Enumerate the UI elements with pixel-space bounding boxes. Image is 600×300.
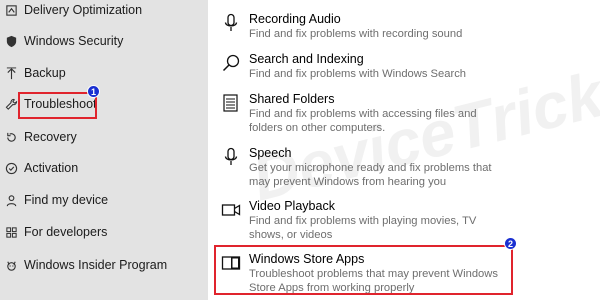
sidebar-item-windows-security[interactable]: Windows Security: [0, 30, 208, 52]
item-title: Speech: [249, 146, 292, 160]
item-description: Find and fix problems with accessing fil…: [249, 108, 477, 134]
sidebar-item-label: Backup: [24, 66, 66, 80]
item-title: Search and Indexing: [249, 52, 364, 66]
sidebar-item-label: Find my device: [24, 193, 109, 207]
troubleshoot-list: DeviceTricks Recording Audio Find and fi…: [208, 0, 600, 300]
troubleshoot-highlight-box: [18, 92, 97, 119]
windows-store-apps-highlight-box: [214, 245, 513, 295]
developers-icon: [4, 225, 18, 239]
item-title: Video Playback: [249, 199, 335, 213]
search-icon: [220, 52, 242, 74]
sidebar-item-backup[interactable]: Backup: [0, 62, 208, 84]
wrench-icon: [4, 97, 18, 111]
activation-check-icon: [4, 161, 18, 175]
sidebar-item-label: Delivery Optimization: [24, 3, 143, 17]
find-device-person-icon: [4, 193, 18, 207]
item-description: Find and fix problems with Windows Searc…: [249, 68, 467, 80]
sidebar-item-recovery[interactable]: Recovery: [0, 126, 208, 148]
sidebar-item-activation[interactable]: Activation: [0, 157, 208, 179]
recovery-icon: [4, 130, 18, 144]
insider-cat-icon: [4, 258, 18, 272]
step-1-badge: 1: [87, 85, 100, 98]
video-camera-icon: [220, 199, 242, 221]
item-description: Find and fix problems with recording sou…: [249, 28, 463, 40]
sidebar-item-label: Recovery: [24, 130, 77, 144]
item-description: Get your microphone ready and fix proble…: [249, 162, 492, 188]
step-2-badge: 2: [504, 237, 517, 250]
sidebar-item-label: Activation: [24, 161, 79, 175]
sidebar-item-find-my-device[interactable]: Find my device: [0, 189, 208, 211]
backup-arrow-icon: [4, 66, 18, 80]
item-description: Find and fix problems with playing movie…: [249, 215, 477, 241]
microphone-icon: [220, 12, 242, 34]
sidebar-item-delivery-optimization[interactable]: Delivery Optimization: [0, 0, 208, 21]
shared-folders-icon: [220, 92, 242, 114]
shield-icon: [4, 34, 18, 48]
sidebar-item-label: For developers: [24, 225, 108, 239]
sidebar-item-label: Windows Insider Program: [24, 258, 168, 272]
sidebar-item-label: Windows Security: [24, 34, 124, 48]
sidebar-item-for-developers[interactable]: For developers: [0, 221, 208, 243]
sidebar-item-windows-insider-program[interactable]: Windows Insider Program: [0, 254, 208, 276]
sidebar: Delivery Optimization Windows Security B…: [0, 0, 208, 300]
delivery-optimization-icon: [4, 3, 18, 17]
item-title: Recording Audio: [249, 12, 341, 26]
settings-window: Delivery Optimization Windows Security B…: [0, 0, 600, 300]
microphone-icon: [220, 146, 242, 168]
item-title: Shared Folders: [249, 92, 335, 106]
